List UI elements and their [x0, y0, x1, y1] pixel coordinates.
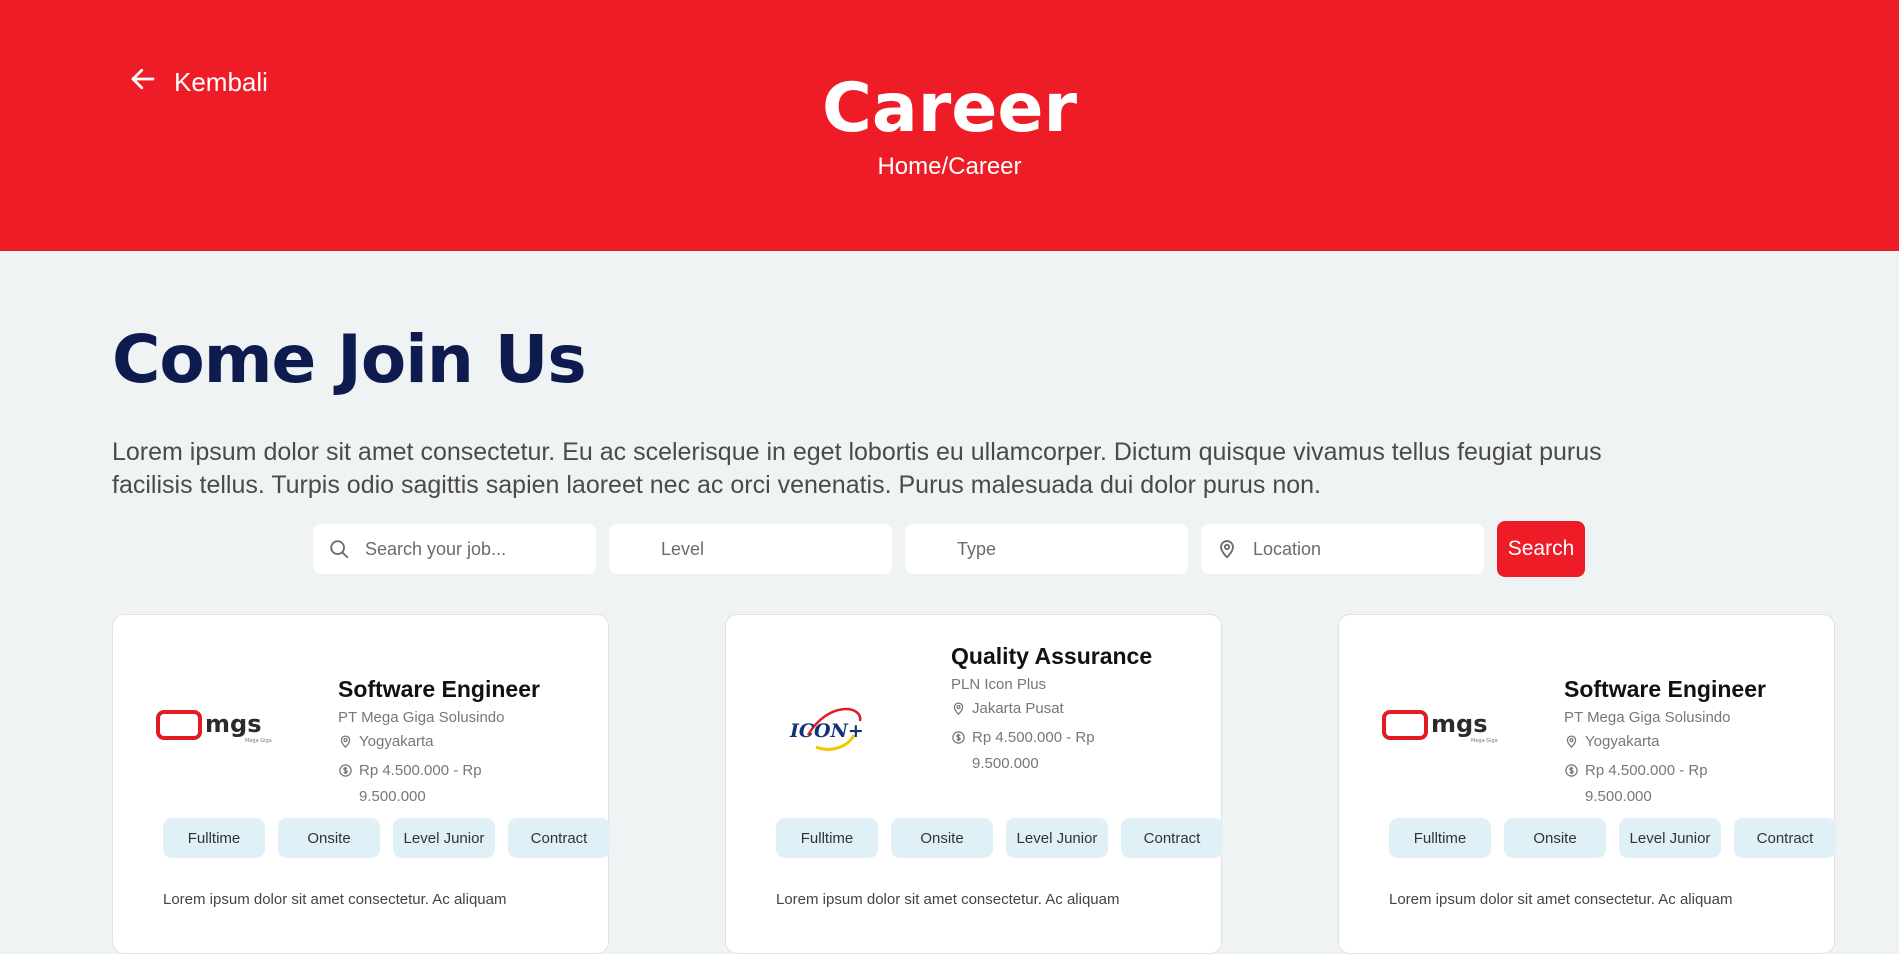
job-salary: Rp 4.500.000 - Rp 9.500.000: [1564, 758, 1766, 810]
company-logo: ICON+: [768, 691, 888, 761]
type-field[interactable]: [905, 524, 1188, 574]
location-text: Jakarta Pusat: [972, 700, 1064, 717]
salary-text: Rp 4.500.000 - Rp 9.500.000: [1585, 762, 1708, 805]
tag-employment: Fulltime: [776, 818, 878, 858]
level-field[interactable]: [609, 524, 892, 574]
breadcrumb: Home/Career: [877, 153, 1022, 180]
job-location: Yogyakarta: [1564, 729, 1766, 758]
company-name: PLN Icon Plus: [951, 676, 1047, 693]
job-description: Lorem ipsum dolor sit amet consectetur. …: [1389, 891, 1733, 908]
tag-contract: Contract: [508, 818, 610, 858]
tag-level: Level Junior: [1619, 818, 1721, 858]
dollar-icon: [951, 725, 966, 754]
type-input[interactable]: [955, 537, 1179, 561]
tag-level: Level Junior: [1006, 818, 1108, 858]
salary-text: Rp 4.500.000 - Rp 9.500.000: [972, 729, 1095, 772]
tag-contract: Contract: [1121, 818, 1223, 858]
tag-contract: Contract: [1734, 818, 1836, 858]
job-card[interactable]: mgs Mega Giga Software Engineer PT Mega …: [1338, 614, 1836, 954]
job-salary: Rp 4.500.000 - Rp 9.500.000: [951, 725, 1152, 777]
map-pin-icon: [1564, 729, 1579, 758]
location-text: Yogyakarta: [1585, 733, 1660, 750]
job-location: Yogyakarta: [338, 729, 540, 758]
location-input[interactable]: [1251, 537, 1475, 561]
location-text: Yogyakarta: [359, 733, 434, 750]
job-title[interactable]: Software Engineer: [1564, 675, 1766, 703]
mgs-logo: mgs Mega Giga: [156, 710, 272, 744]
intro-text: Lorem ipsum dolor sit amet consectetur. …: [112, 438, 1602, 499]
tag-workplace: Onsite: [1504, 818, 1606, 858]
job-description: Lorem ipsum dolor sit amet consectetur. …: [163, 891, 507, 908]
location-field[interactable]: [1201, 524, 1484, 574]
page-title: Career: [821, 69, 1078, 148]
job-tags: Fulltime Onsite Level Junior Contract: [163, 818, 610, 858]
mgs-logo: mgs Mega Giga: [1382, 710, 1498, 744]
tag-level: Level Junior: [393, 818, 495, 858]
company-name: PT Mega Giga Solusindo: [338, 709, 505, 726]
job-title[interactable]: Quality Assurance: [951, 642, 1152, 670]
job-search-bar: Search: [313, 521, 1585, 577]
tag-workplace: Onsite: [278, 818, 380, 858]
job-location: Jakarta Pusat: [951, 696, 1152, 725]
tag-employment: Fulltime: [1389, 818, 1491, 858]
dollar-icon: [1564, 758, 1579, 787]
salary-text: Rp 4.500.000 - Rp 9.500.000: [359, 762, 482, 805]
svg-text:ICON+: ICON+: [789, 720, 864, 742]
search-button[interactable]: Search: [1497, 521, 1585, 577]
map-pin-icon: [951, 696, 966, 725]
icon-plus-logo: ICON+: [789, 707, 864, 751]
tag-employment: Fulltime: [163, 818, 265, 858]
job-tags: Fulltime Onsite Level Junior Contract: [1389, 818, 1836, 858]
map-pin-icon: [338, 729, 353, 758]
job-title[interactable]: Software Engineer: [338, 675, 540, 703]
level-input[interactable]: [659, 537, 883, 561]
tag-workplace: Onsite: [891, 818, 993, 858]
map-pin-icon: [1215, 537, 1239, 561]
company-logo: mgs Mega Giga: [1381, 691, 1501, 761]
keyword-field[interactable]: [313, 524, 596, 574]
job-salary: Rp 4.500.000 - Rp 9.500.000: [338, 758, 540, 810]
search-icon: [327, 537, 351, 561]
company-logo: mgs Mega Giga: [155, 691, 275, 761]
job-card[interactable]: mgs Mega Giga Software Engineer PT Mega …: [112, 614, 610, 954]
section-heading: Come Join Us: [112, 321, 587, 398]
dollar-icon: [338, 758, 353, 787]
keyword-input[interactable]: [363, 537, 587, 561]
job-tags: Fulltime Onsite Level Junior Contract: [776, 818, 1223, 858]
svg-text:mgs: mgs: [1431, 710, 1487, 738]
svg-text:Mega Giga: Mega Giga: [245, 738, 272, 744]
job-description: Lorem ipsum dolor sit amet consectetur. …: [776, 891, 1120, 908]
svg-text:mgs: mgs: [205, 710, 261, 738]
company-name: PT Mega Giga Solusindo: [1564, 709, 1731, 726]
svg-text:Mega Giga: Mega Giga: [1471, 738, 1498, 744]
page-header: Kembali Career Home/Career: [0, 0, 1899, 251]
job-card[interactable]: ICON+ Quality Assurance PLN Icon Plus Ja…: [725, 614, 1223, 954]
